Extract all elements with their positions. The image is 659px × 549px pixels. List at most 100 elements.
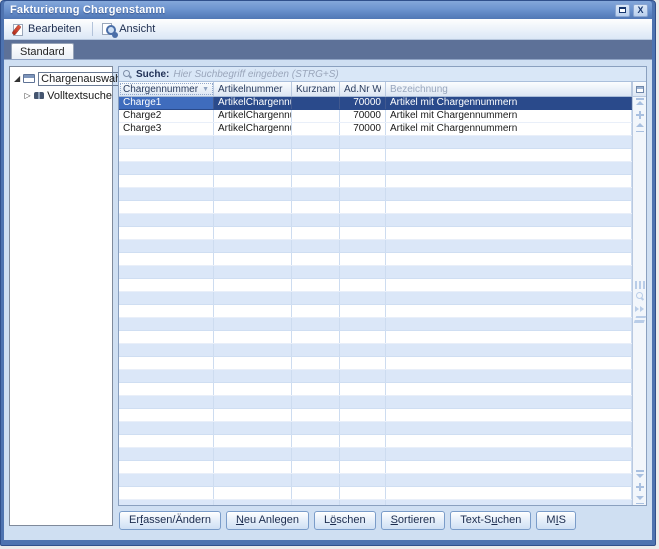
scroll-to-bottom-button[interactable]	[634, 494, 646, 504]
sortieren-button[interactable]: Sortieren	[381, 511, 446, 530]
table-row[interactable]: Charge3ArtikelChargennumme 70000Artikel m…	[119, 123, 632, 136]
table-cell[interactable]: Charge1	[119, 97, 214, 109]
empty-row	[119, 448, 632, 461]
filter-icon[interactable]	[633, 316, 646, 323]
table-cell[interactable]	[292, 123, 340, 135]
table-cell[interactable]: Artikel mit Chargennummern	[386, 123, 632, 135]
column-header-adnr-we[interactable]: Ad.Nr WE	[340, 82, 386, 96]
table-cell	[292, 357, 340, 369]
tab-standard[interactable]: Standard	[11, 43, 74, 59]
search-input[interactable]	[173, 69, 642, 80]
table-cell	[386, 201, 632, 213]
column-header-kurzname[interactable]: Kurzname	[292, 82, 340, 96]
table-cell[interactable]: ArtikelChargennumme	[214, 123, 292, 135]
text-suchen-button[interactable]: Text-Suchen	[450, 511, 531, 530]
row-insert-button[interactable]	[634, 110, 646, 120]
table-cell	[119, 188, 214, 200]
grid-search-bar[interactable]: Suche:	[119, 67, 646, 82]
table-cell	[292, 201, 340, 213]
table-row[interactable]: Charge1ArtikelChargennumme 70000Artikel m…	[119, 97, 632, 110]
table-cell[interactable]: 70000	[340, 97, 386, 109]
table-cell	[386, 318, 632, 330]
scroll-up-button[interactable]	[634, 122, 646, 132]
column-header-artikelnummer[interactable]: Artikelnummer	[214, 82, 292, 96]
collapse-icon[interactable]: ◢	[14, 74, 20, 83]
ansicht-menu-button[interactable]: Ansicht	[98, 22, 161, 37]
table-cell	[340, 253, 386, 265]
empty-row	[119, 409, 632, 422]
tree-item-label[interactable]: Volltextsuche	[47, 90, 112, 102]
table-cell	[386, 188, 632, 200]
table-cell[interactable]: Charge3	[119, 123, 214, 135]
table-cell	[214, 240, 292, 252]
ansicht-label: Ansicht	[119, 23, 155, 35]
tree-item-volltextsuche[interactable]: ▷ Volltextsuche	[10, 87, 112, 104]
table-cell	[214, 188, 292, 200]
scroll-to-top-button[interactable]	[634, 98, 646, 108]
tree-item-label[interactable]: Chargenauswahl	[38, 72, 127, 86]
scroll-down-button[interactable]	[634, 470, 646, 480]
table-cell	[386, 279, 632, 291]
grid-body: Charge1ArtikelChargennumme70000Artikel m…	[119, 97, 632, 505]
table-cell[interactable]: 70000	[340, 123, 386, 135]
table-cell[interactable]: ArtikelChargennumme	[214, 110, 292, 122]
bearbeiten-menu-button[interactable]: Bearbeiten	[8, 22, 87, 37]
table-cell[interactable]: 70000	[340, 110, 386, 122]
table-row[interactable]: Charge2ArtikelChargennumme 70000Artikel m…	[119, 110, 632, 123]
table-cell	[292, 266, 340, 278]
table-cell[interactable]	[292, 97, 340, 109]
empty-row	[119, 435, 632, 448]
table-cell	[214, 266, 292, 278]
column-chooser-button[interactable]	[633, 82, 646, 97]
empty-row	[119, 227, 632, 240]
tree-item-chargenauswahl[interactable]: ◢ Chargenauswahl	[10, 70, 112, 87]
empty-row	[119, 461, 632, 474]
column-header-chargennummer[interactable]: Chargennummer ▼	[119, 82, 214, 96]
table-cell	[214, 279, 292, 291]
table-cell	[119, 435, 214, 447]
expand-icon[interactable]: ▷	[24, 91, 31, 100]
empty-row	[119, 253, 632, 266]
table-cell	[340, 370, 386, 382]
table-cell[interactable]	[292, 110, 340, 122]
table-cell	[119, 318, 214, 330]
row-append-button[interactable]	[634, 482, 646, 492]
table-cell	[292, 240, 340, 252]
loeschen-button[interactable]: Löschen	[314, 511, 376, 530]
table-cell	[214, 253, 292, 265]
table-cell	[386, 162, 632, 174]
page-navigation-icon[interactable]	[634, 304, 646, 314]
table-cell	[292, 253, 340, 265]
mis-button[interactable]: MIS	[536, 511, 576, 530]
best-fit-icon[interactable]	[635, 281, 645, 289]
column-chooser-icon	[636, 86, 644, 93]
table-cell[interactable]: ArtikelChargennumme	[214, 97, 292, 109]
table-cell	[340, 318, 386, 330]
table-cell[interactable]: Artikel mit Chargennummern	[386, 97, 632, 109]
table-cell	[340, 409, 386, 421]
title-bar[interactable]: Fakturierung Chargenstamm X	[4, 1, 652, 19]
table-cell[interactable]: Charge2	[119, 110, 214, 122]
table-cell	[119, 201, 214, 213]
table-cell	[214, 318, 292, 330]
table-cell	[214, 487, 292, 499]
column-header-bezeichnung[interactable]: Bezeichnung	[386, 82, 632, 96]
grid-side-strip	[632, 82, 646, 505]
table-cell	[119, 253, 214, 265]
restore-button[interactable]	[615, 4, 630, 17]
table-cell	[292, 344, 340, 356]
erfassen-aendern-button[interactable]: Erfassen/Ändern	[119, 511, 221, 530]
empty-row	[119, 136, 632, 149]
table-cell	[119, 474, 214, 486]
neu-anlegen-button[interactable]: Neu Anlegen	[226, 511, 309, 530]
data-grid: Suche: Chargennummer ▼ Artikelnummer	[118, 66, 647, 506]
table-cell	[119, 136, 214, 148]
table-cell	[214, 201, 292, 213]
close-button[interactable]: X	[633, 4, 648, 17]
table-cell	[292, 448, 340, 460]
table-cell[interactable]: Artikel mit Chargennummern	[386, 110, 632, 122]
table-cell	[292, 305, 340, 317]
table-cell	[386, 448, 632, 460]
zoom-icon[interactable]	[635, 292, 645, 302]
table-cell	[119, 175, 214, 187]
